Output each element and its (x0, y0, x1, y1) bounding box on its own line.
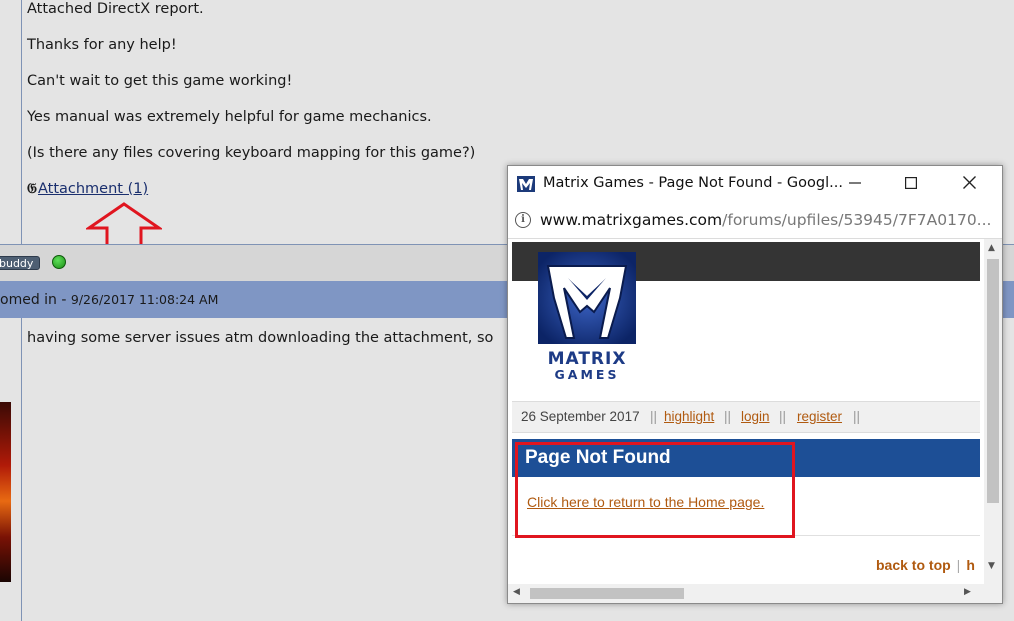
nav-separator: || (853, 409, 861, 424)
close-icon[interactable] (949, 170, 989, 198)
post-line-1: Attached DirectX report. (27, 1, 204, 17)
red-highlight-annotation (515, 442, 795, 538)
buddy-button[interactable]: buddy (0, 256, 40, 270)
post-left-border-lower (21, 318, 22, 621)
online-status-icon (52, 255, 66, 269)
reply-text: having some server issues atm downloadin… (27, 330, 494, 346)
page-content: MATRIX GAMES 26 September 2017 || highli… (508, 239, 984, 584)
logo-text-games: GAMES (554, 367, 620, 382)
scroll-down-icon[interactable]: ▼ (988, 561, 995, 571)
nav-separator: || (779, 409, 787, 424)
nav-date: 26 September 2017 (521, 409, 640, 424)
url-path: /forums/upfiles/53945/7F7A0170... (722, 211, 992, 229)
nav-separator: || (650, 409, 658, 424)
info-icon[interactable]: i (515, 212, 531, 228)
popup-browser-window: Matrix Games - Page Not Found - Googl...… (507, 165, 1003, 604)
window-title: Matrix Games - Page Not Found - Googl... (543, 175, 843, 191)
window-titlebar[interactable]: Matrix Games - Page Not Found - Googl... (508, 166, 1002, 202)
maximize-icon[interactable] (891, 170, 931, 198)
scroll-up-icon[interactable]: ▲ (988, 243, 995, 253)
minimize-icon[interactable] (835, 170, 875, 198)
footer-links: back to top | h (876, 557, 975, 573)
matrix-games-logo[interactable]: MATRIX GAMES (538, 252, 636, 382)
site-nav-row: 26 September 2017 || highlight || login … (512, 401, 980, 433)
horizontal-scrollbar[interactable]: ◀ ▶ (508, 584, 1002, 603)
scroll-right-icon[interactable]: ▶ (964, 587, 971, 597)
address-bar[interactable]: i www.matrixgames.com/forums/upfiles/539… (508, 202, 1002, 239)
paperclip-icon: 𝔊 (27, 181, 37, 197)
vertical-scrollbar[interactable]: ▲ ▼ (984, 239, 1002, 584)
attachment-row: 𝔊Attachment (1) (27, 181, 148, 197)
post-line-3: Can't wait to get this game working! (27, 73, 293, 89)
logo-shield-icon (538, 252, 636, 344)
attachment-link[interactable]: Attachment (1) (38, 181, 148, 197)
avatar (0, 402, 11, 582)
reply-timestamp: 9/26/2017 11:08:24 AM (70, 292, 219, 307)
url-text[interactable]: www.matrixgames.com/forums/upfiles/53945… (540, 211, 991, 229)
post-line-5: (Is there any files covering keyboard ma… (27, 145, 476, 161)
post-line-2: Thanks for any help! (27, 37, 177, 53)
url-host: www.matrixgames.com (540, 211, 723, 229)
horizontal-scroll-thumb[interactable] (530, 588, 684, 599)
nav-link-register[interactable]: register (797, 409, 842, 424)
logo-text-matrix: MATRIX (547, 349, 627, 369)
vertical-scroll-thumb[interactable] (987, 259, 999, 503)
footer-separator: | (956, 557, 961, 573)
reply-header: omed in - 9/26/2017 11:08:24 AM (0, 292, 218, 308)
reply-author-fragment: omed in - (0, 292, 71, 308)
footer-link-partial[interactable]: h (966, 557, 975, 573)
matrix-favicon-icon (517, 176, 535, 192)
back-to-top-link[interactable]: back to top (876, 557, 951, 573)
nav-link-login[interactable]: login (741, 409, 770, 424)
post-line-4: Yes manual was extremely helpful for gam… (27, 109, 432, 125)
nav-link-highlight[interactable]: highlight (664, 409, 714, 424)
nav-separator: || (724, 409, 732, 424)
post-left-border (21, 0, 22, 244)
scroll-left-icon[interactable]: ◀ (513, 587, 520, 597)
